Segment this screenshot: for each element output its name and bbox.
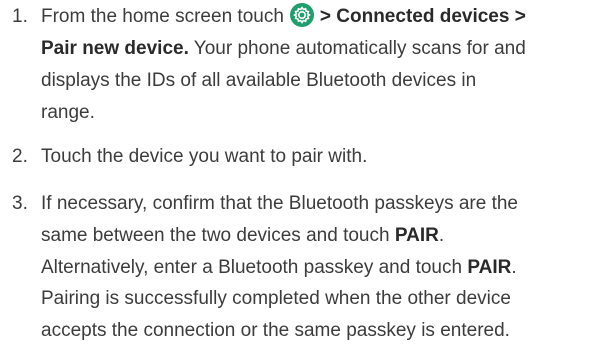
step-text: same between the two devices and touch — [41, 225, 395, 246]
step-text: Alternatively, enter a Bluetooth passkey… — [41, 257, 468, 278]
step-number: 1. — [12, 6, 28, 27]
menu-path-text: > Connected devices > — [319, 6, 526, 27]
note-line: Pairing is successfully completed when t… — [41, 288, 511, 309]
step-body: If necessary, confirm that the Bluetooth… — [41, 188, 597, 284]
step-line: Alternatively, enter a Bluetooth passkey… — [41, 252, 597, 284]
step-text: . — [511, 257, 517, 278]
step-text: From the home screen touch — [41, 6, 284, 27]
pairing-note: Pairing is successfully completed when t… — [41, 283, 597, 347]
pair-label: PAIR — [394, 225, 439, 246]
step-body: Touch the device you want to pair with. — [41, 141, 597, 173]
step-body: From the home screen touch > Connected d… — [41, 1, 597, 129]
step-number: 2. — [12, 146, 28, 167]
step-line: From the home screen touch > Connected d… — [41, 1, 597, 33]
step-line: If necessary, confirm that the Bluetooth… — [41, 193, 519, 214]
step-line: displays the IDs of all available Blueto… — [41, 70, 477, 91]
settings-gear-icon — [289, 2, 314, 27]
step-line: Pair new device. Your phone automaticall… — [41, 33, 597, 65]
step-line: same between the two devices and touch P… — [41, 220, 597, 252]
step-number: 3. — [12, 193, 28, 214]
step-line: Touch the device you want to pair with. — [41, 146, 368, 167]
menu-path-text: Pair new device. — [41, 38, 189, 59]
step-text: . — [438, 225, 445, 246]
step-line: range. — [41, 102, 95, 123]
step-text: Your phone automatically scans for and — [188, 38, 526, 59]
note-line: accepts the connection or the same passk… — [41, 320, 510, 341]
instruction-document: 1. From the home screen touch > Connecte… — [0, 0, 601, 345]
pair-label: PAIR — [467, 257, 512, 278]
